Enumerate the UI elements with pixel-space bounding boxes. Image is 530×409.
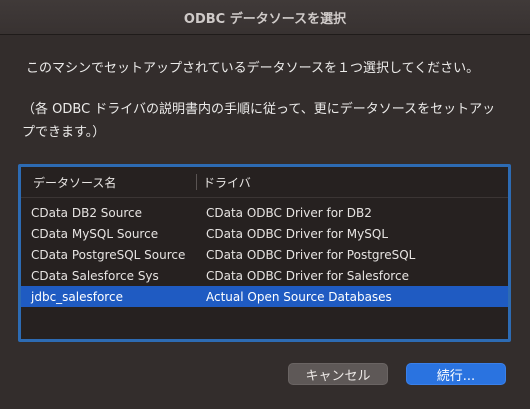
title-bar: ODBC データソースを選択: [0, 0, 530, 35]
table-row[interactable]: CData Salesforce Sys CData ODBC Driver f…: [21, 265, 508, 286]
row-driver: CData ODBC Driver for PostgreSQL: [206, 247, 416, 262]
row-name: CData PostgreSQL Source: [31, 247, 186, 262]
list-header: データソース名 ドライバ: [21, 167, 508, 198]
table-row-selected[interactable]: jdbc_salesforce Actual Open Source Datab…: [21, 286, 508, 307]
data-source-list[interactable]: データソース名 ドライバ CData DB2 Source CData ODBC…: [21, 167, 508, 339]
table-row[interactable]: CData MySQL Source CData ODBC Driver for…: [21, 223, 508, 244]
odbc-dialog: ODBC データソースを選択 このマシンでセットアップされているデータソースを１…: [0, 0, 530, 409]
row-name: CData MySQL Source: [31, 226, 159, 241]
cancel-button[interactable]: キャンセル: [288, 363, 388, 385]
row-driver: CData ODBC Driver for DB2: [206, 205, 372, 220]
row-name: CData Salesforce Sys: [31, 268, 159, 283]
row-name: jdbc_salesforce: [31, 289, 123, 304]
continue-button[interactable]: 続行...: [406, 363, 506, 385]
row-driver: CData ODBC Driver for MySQL: [206, 226, 389, 241]
window-title: ODBC データソースを選択: [183, 11, 347, 27]
row-driver: CData ODBC Driver for Salesforce: [206, 268, 409, 283]
table-row[interactable]: CData PostgreSQL Source CData ODBC Drive…: [21, 244, 508, 265]
row-driver: Actual Open Source Databases: [206, 289, 392, 304]
note-text: （各 ODBC ドライバの説明書内の手順に従って、更にデータソースをセットアップ…: [22, 102, 496, 140]
row-name: CData DB2 Source: [31, 205, 142, 220]
table-row[interactable]: CData DB2 Source CData ODBC Driver for D…: [21, 202, 508, 223]
column-header-driver[interactable]: ドライバ: [197, 174, 251, 191]
instruction-text: このマシンでセットアップされているデータソースを１つ選択してください。: [26, 61, 480, 76]
data-source-list-frame: データソース名 ドライバ CData DB2 Source CData ODBC…: [18, 164, 511, 342]
list-rows: CData DB2 Source CData ODBC Driver for D…: [21, 198, 508, 307]
column-header-name[interactable]: データソース名: [21, 174, 196, 191]
